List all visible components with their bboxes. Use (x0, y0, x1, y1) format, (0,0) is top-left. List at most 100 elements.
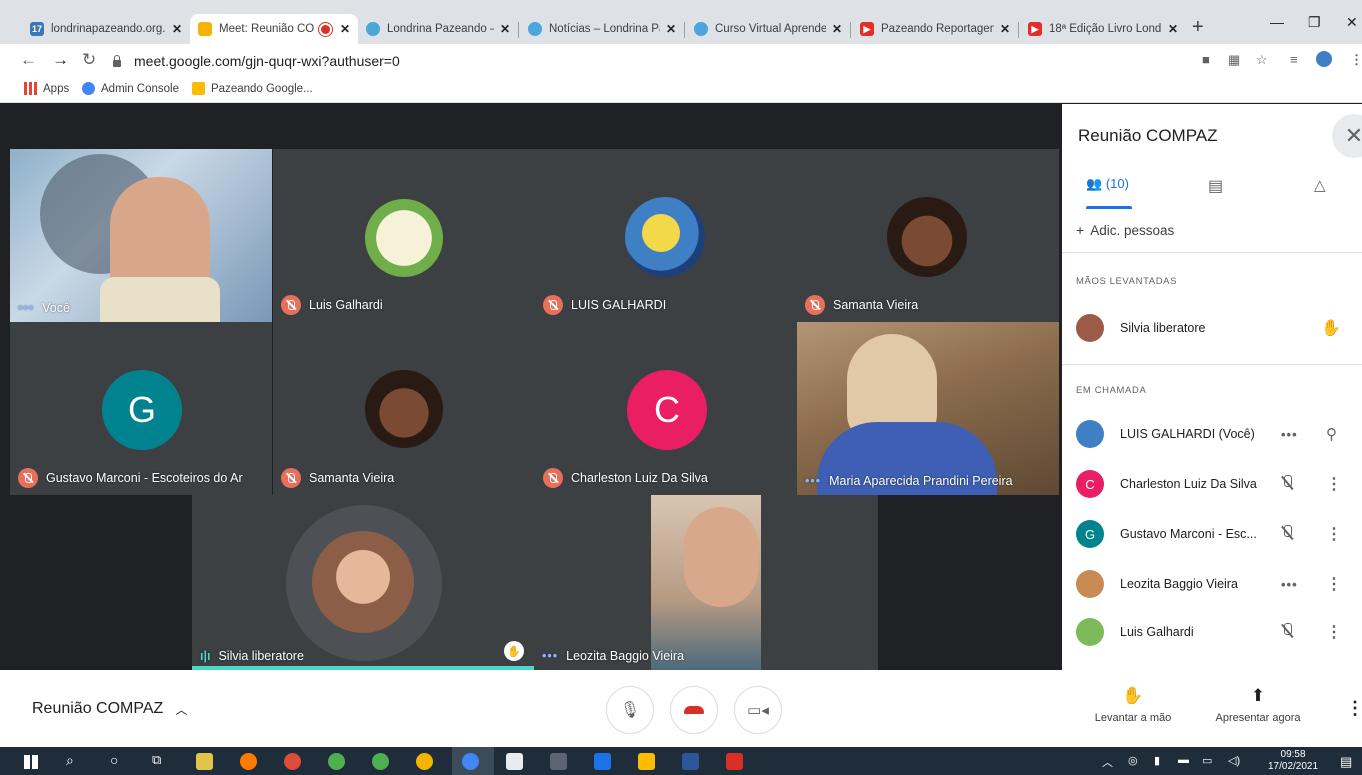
browser-tab[interactable]: Londrina Pazeando – E ✕ (358, 14, 518, 44)
bookmark-apps[interactable]: Apps (24, 82, 69, 95)
more-options-icon[interactable]: ⋮ (1326, 524, 1342, 544)
network-icon[interactable]: ▭ (1202, 754, 1212, 767)
browser-tab[interactable]: Curso Virtual Aprende ✕ (686, 14, 850, 44)
tray-mic-icon[interactable]: ▮ (1154, 754, 1160, 767)
add-people-button[interactable]: + Adic. pessoas (1076, 222, 1174, 238)
tray-app-icon[interactable]: ◎ (1128, 754, 1138, 767)
participant-row[interactable]: LUIS GALHARDI (Você) ••• ⚲ (1076, 414, 1356, 454)
browser-tab[interactable]: Notícias – Londrina Pa ✕ (520, 14, 684, 44)
raise-hand-button[interactable]: ✋ Levantar a mão (1088, 686, 1178, 724)
forward-icon[interactable]: → (52, 50, 69, 70)
browser-tab[interactable]: ▶ 18ª Edição Livro Londr ✕ (1020, 14, 1186, 44)
tray-chevron-icon[interactable]: ︿ (1102, 754, 1113, 770)
chrome-app-icon[interactable] (328, 753, 345, 770)
mail-app-icon[interactable] (506, 753, 523, 770)
participant-tile[interactable]: C Charleston Luiz Da Silva (535, 322, 797, 495)
more-options-icon[interactable]: ⋮ (1346, 698, 1362, 719)
participant-tile-self[interactable]: ••• Você (10, 149, 272, 322)
raise-hand-icon: ✋ (1122, 686, 1144, 705)
battery-icon[interactable]: ▬ (1178, 754, 1189, 766)
browser-tab[interactable]: 17 londrinapazeando.org. ✕ (22, 14, 190, 44)
muted-mic-icon (1281, 622, 1293, 642)
window-close-icon[interactable]: ✕ (1346, 14, 1358, 31)
meeting-details-button[interactable]: Reunião COMPAZ ︿ (32, 700, 187, 718)
profile-avatar[interactable] (1316, 51, 1332, 67)
close-tab-icon[interactable]: ✕ (666, 22, 676, 36)
participant-row[interactable]: G Gustavo Marconi - Esc... ⋮ (1076, 514, 1356, 554)
participant-row[interactable]: Leozita Baggio Vieira ••• ⋮ (1076, 564, 1356, 604)
bookmark-star-icon[interactable]: ☆ (1256, 52, 1268, 68)
camera-button[interactable]: ▭◂ (734, 686, 782, 734)
chrome-active-app-icon[interactable] (462, 753, 479, 770)
close-panel-button[interactable]: ✕ (1332, 114, 1362, 158)
close-tab-icon[interactable]: ✕ (172, 22, 182, 36)
raised-hand-row[interactable]: Silvia liberatore ✋ (1076, 308, 1356, 348)
tab-people[interactable]: 👥 (10) (1086, 176, 1129, 192)
participant-tile[interactable]: G Gustavo Marconi - Escoteiros do Ar (10, 322, 272, 495)
notifications-icon[interactable]: ▤ (1340, 754, 1352, 770)
participant-tile-video[interactable]: ••• Leozita Baggio Vieira (534, 495, 878, 670)
new-tab-icon[interactable]: + (1192, 16, 1204, 39)
close-tab-icon[interactable]: ✕ (500, 22, 510, 36)
microphone-button[interactable]: 🎙 (606, 686, 654, 734)
participant-tile[interactable]: Samanta Vieira (273, 322, 535, 495)
chrome-app-icon[interactable] (372, 753, 389, 770)
people-panel: Reunião COMPAZ ✕ 👥 (10) ▤ △ + Adic. pess… (1062, 104, 1362, 670)
qr-code-icon[interactable]: ▦ (1228, 52, 1240, 68)
close-tab-icon[interactable]: ✕ (1000, 22, 1010, 36)
more-options-icon[interactable]: ⋮ (1326, 574, 1342, 594)
pin-icon[interactable]: ⚲ (1326, 425, 1337, 443)
participant-avatar: G (102, 370, 182, 450)
system-clock[interactable]: 09:58 17/02/2021 (1268, 749, 1318, 773)
tab-chat[interactable]: ▤ (1208, 176, 1223, 196)
search-icon[interactable]: ⌕ (66, 752, 74, 769)
close-tab-icon[interactable]: ✕ (832, 22, 842, 36)
volume-icon[interactable]: ◁) (1228, 754, 1240, 767)
url-text[interactable]: meet.google.com/gjn-quqr-wxi?authuser=0 (134, 53, 400, 69)
task-view-icon[interactable]: ⧉ (152, 752, 161, 768)
back-icon[interactable]: ← (20, 50, 37, 70)
more-dots-icon: ••• (1281, 576, 1298, 592)
browser-menu-icon[interactable]: ⋮ (1350, 52, 1362, 68)
outlook-app-icon[interactable] (594, 753, 611, 770)
leave-call-button[interactable] (670, 686, 718, 734)
file-explorer-app-icon[interactable] (638, 753, 655, 770)
camera-in-use-icon[interactable]: ■ (1202, 52, 1210, 67)
bookmark-admin-console[interactable]: Admin Console (82, 82, 179, 95)
people-icon: 👥 (1086, 176, 1103, 191)
participant-tile[interactable]: Samanta Vieira (797, 149, 1059, 322)
lower-hand-icon[interactable]: ✋ (1321, 318, 1341, 338)
speaking-indicator-icon: ı|ı (200, 649, 211, 663)
maximize-icon[interactable]: ❐ (1308, 14, 1321, 31)
browser-tab[interactable]: ▶ Pazeando Reportagens ✕ (852, 14, 1018, 44)
media-control-icon[interactable]: ≡ (1290, 52, 1298, 67)
store-app-icon[interactable] (196, 753, 213, 770)
participant-tile-video[interactable]: ••• Maria Aparecida Prandini Pereira (797, 322, 1059, 495)
more-dots-icon: ••• (542, 649, 559, 663)
participant-tile-speaking[interactable]: ı|ı Silvia liberatore ✋ (192, 495, 534, 670)
participant-row[interactable]: Luis Galhardi ⋮ (1076, 612, 1356, 652)
participant-row[interactable]: C Charleston Luiz Da Silva ⋮ (1076, 464, 1356, 504)
chrome-app-icon[interactable] (416, 753, 433, 770)
cortana-icon[interactable]: ○ (110, 752, 118, 768)
browser-tab-active[interactable]: Meet: Reunião CO ✕ (190, 14, 358, 44)
participant-tile[interactable]: Luis Galhardi (273, 149, 535, 322)
present-now-button[interactable]: ⬆ Apresentar agora (1208, 686, 1308, 724)
address-bar[interactable]: meet.google.com/gjn-quqr-wxi?authuser=0 (112, 49, 1192, 73)
bookmark-pazeando-google[interactable]: Pazeando Google... (192, 82, 313, 95)
tab-activities[interactable]: △ (1314, 176, 1326, 194)
browser-tab-bar: 17 londrinapazeando.org. ✕ Meet: Reunião… (0, 0, 1362, 44)
word-app-icon[interactable] (682, 753, 699, 770)
firefox-app-icon[interactable] (240, 753, 257, 770)
calculator-app-icon[interactable] (550, 753, 567, 770)
more-options-icon[interactable]: ⋮ (1326, 622, 1342, 642)
close-tab-icon[interactable]: ✕ (340, 22, 350, 36)
chrome-app-icon[interactable] (284, 753, 301, 770)
windows-start-icon[interactable] (24, 755, 38, 769)
participant-tile[interactable]: LUIS GALHARDI (535, 149, 797, 322)
close-tab-icon[interactable]: ✕ (1168, 22, 1178, 36)
more-options-icon[interactable]: ⋮ (1326, 474, 1342, 494)
minimize-icon[interactable]: — (1270, 14, 1284, 30)
acrobat-app-icon[interactable] (726, 753, 743, 770)
reload-icon[interactable]: ↻ (82, 50, 96, 70)
